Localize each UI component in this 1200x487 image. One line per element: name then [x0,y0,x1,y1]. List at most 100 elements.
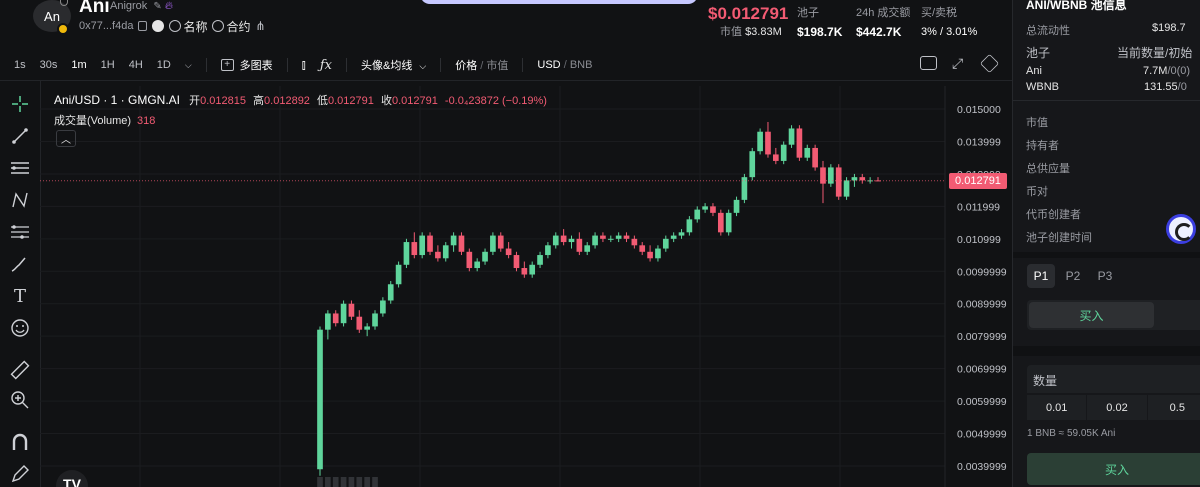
y-tick-label: 0.0059999 [957,396,1007,408]
search-icon [169,20,182,32]
info-row-supply: 总供应量 [1026,163,1070,175]
search-icon [212,20,225,32]
zoom-icon[interactable] [8,388,32,412]
buy-button[interactable]: 买入 [1027,453,1200,485]
price-toggle[interactable]: 价格 [455,60,477,72]
candle-body [607,238,614,240]
candle-body [851,177,858,181]
timeframe-1s[interactable]: 1s [14,59,26,71]
camera-icon[interactable] [920,56,937,70]
candle-body [490,235,496,252]
timeframe-1m[interactable]: 1m [71,59,86,71]
low-label: 低 [317,95,328,107]
y-tick-label: 0.013999 [957,136,1001,148]
qty-preset-button[interactable]: 0.01 [1027,395,1087,420]
candle-body [474,261,481,269]
candle-body [497,235,504,249]
indicators-dropdown[interactable]: 头像&均线 ⌵ [361,57,426,73]
candle-body [332,313,339,324]
price-mcap-toggle[interactable]: 价格 / 市值 [455,57,508,73]
mcap-toggle[interactable]: 市值 [486,60,508,72]
pool-row-wbnb: WBNB 131.55/0 [1026,81,1200,93]
crosshair-icon[interactable] [8,92,32,116]
qty-preset-button[interactable]: 0.02 [1087,395,1147,420]
panel-divider [1013,346,1200,356]
trendline-icon[interactable] [8,124,32,148]
share-icon[interactable]: ⋔ [255,19,265,33]
volume-bar [348,477,355,487]
quantity-input[interactable]: 数量 [1027,365,1200,393]
candle-body [395,264,402,285]
search-name-link[interactable]: 名称 [169,18,207,35]
volume-bar [325,477,331,487]
timeframe-30s[interactable]: 30s [40,59,58,71]
high-value: 0.012892 [264,95,310,107]
search-contract-link[interactable]: 合约 [212,18,250,35]
candle-body [466,251,473,269]
currency-toggle[interactable]: USD / BNB [537,59,592,71]
close-label: 收 [380,95,392,107]
pattern-icon[interactable] [8,188,32,212]
text-icon[interactable]: T [8,284,32,308]
candle-body [859,177,866,181]
qty-preset-button[interactable]: 0.5 [1147,395,1200,420]
contract-address[interactable]: 0x77...f4da [79,20,133,32]
panel-divider [1013,252,1200,258]
emoji-icon[interactable] [8,316,32,340]
lock-pencil-icon[interactable] [8,462,32,486]
preset-p1[interactable]: P1 [1027,264,1055,288]
fib-icon[interactable] [8,156,32,180]
info-row-pair: 币对 [1026,186,1048,198]
candle-body [356,316,363,330]
candle-body [710,206,716,213]
pool-row-name: WBNB [1026,81,1059,93]
info-row-holders: 持有者 [1026,140,1059,152]
bnb-toggle[interactable]: BNB [570,59,593,71]
stat-label: 池子 [797,7,819,19]
collapse-legend-button[interactable]: ︿ [56,130,76,147]
buy-tab[interactable]: 买入 [1029,302,1154,328]
volume-legend: 成交量(Volume) 318 [54,112,155,128]
timeframe-dropdown-icon[interactable]: ⌵ [185,60,192,71]
candle-body [419,235,425,256]
measure-lines-icon[interactable] [8,220,32,244]
candle-body [662,238,669,249]
multi-chart-button[interactable]: + 多图表 [220,57,273,73]
social-icon[interactable] [152,20,165,32]
candle-body [655,248,661,259]
stat-value: $442.7K [856,25,902,39]
candle-body [403,242,410,265]
y-tick-label: 0.010999 [957,234,1001,246]
usd-toggle[interactable]: USD [537,59,560,71]
pool-info-title: ANI/WBNB 池信息 [1026,0,1127,12]
pool-row-ani: Ani 7.7M/0(0) [1026,65,1200,77]
candle-body [615,235,622,239]
plus-square-icon: + [220,59,234,71]
preset-p2[interactable]: P2 [1059,264,1087,288]
low-value: 0.012791 [328,95,374,107]
volume-bar [364,477,370,487]
timeframe-1d[interactable]: 1D [157,59,171,71]
copy-icon[interactable] [138,21,148,31]
market-cap: 市值 $3.83M [720,23,782,39]
pool-row-amount: 7.7M [1143,65,1168,77]
refresh-badge-icon[interactable] [1166,214,1196,244]
preset-p3[interactable]: P3 [1091,264,1119,288]
volume-value: 318 [137,115,156,127]
candle-body [458,235,465,252]
candle-type-icon[interactable]: ⫾ [302,57,306,73]
pool-row-initial: /0 [1177,81,1187,93]
formula-icon[interactable]: ƒx [320,58,332,73]
ruler-icon[interactable] [8,358,32,382]
chart-title: Ani/USD · 1 · GMGN.AI [54,93,181,107]
y-tick-label: 0.0039999 [957,461,1007,473]
magnet-icon[interactable] [8,430,32,454]
y-tick-label: 0.0089999 [957,299,1007,311]
candlestick-chart[interactable]: 0.0150000.0139990.0129990.0119990.010999… [40,86,1012,487]
timeframe-1h[interactable]: 1H [101,59,115,71]
edit-icon[interactable]: ✎ [153,1,161,12]
timeframe-4h[interactable]: 4H [129,59,143,71]
fullscreen-icon[interactable]: ⤢ [952,55,963,72]
volume-bar [332,477,339,487]
brush-icon[interactable] [8,252,32,276]
